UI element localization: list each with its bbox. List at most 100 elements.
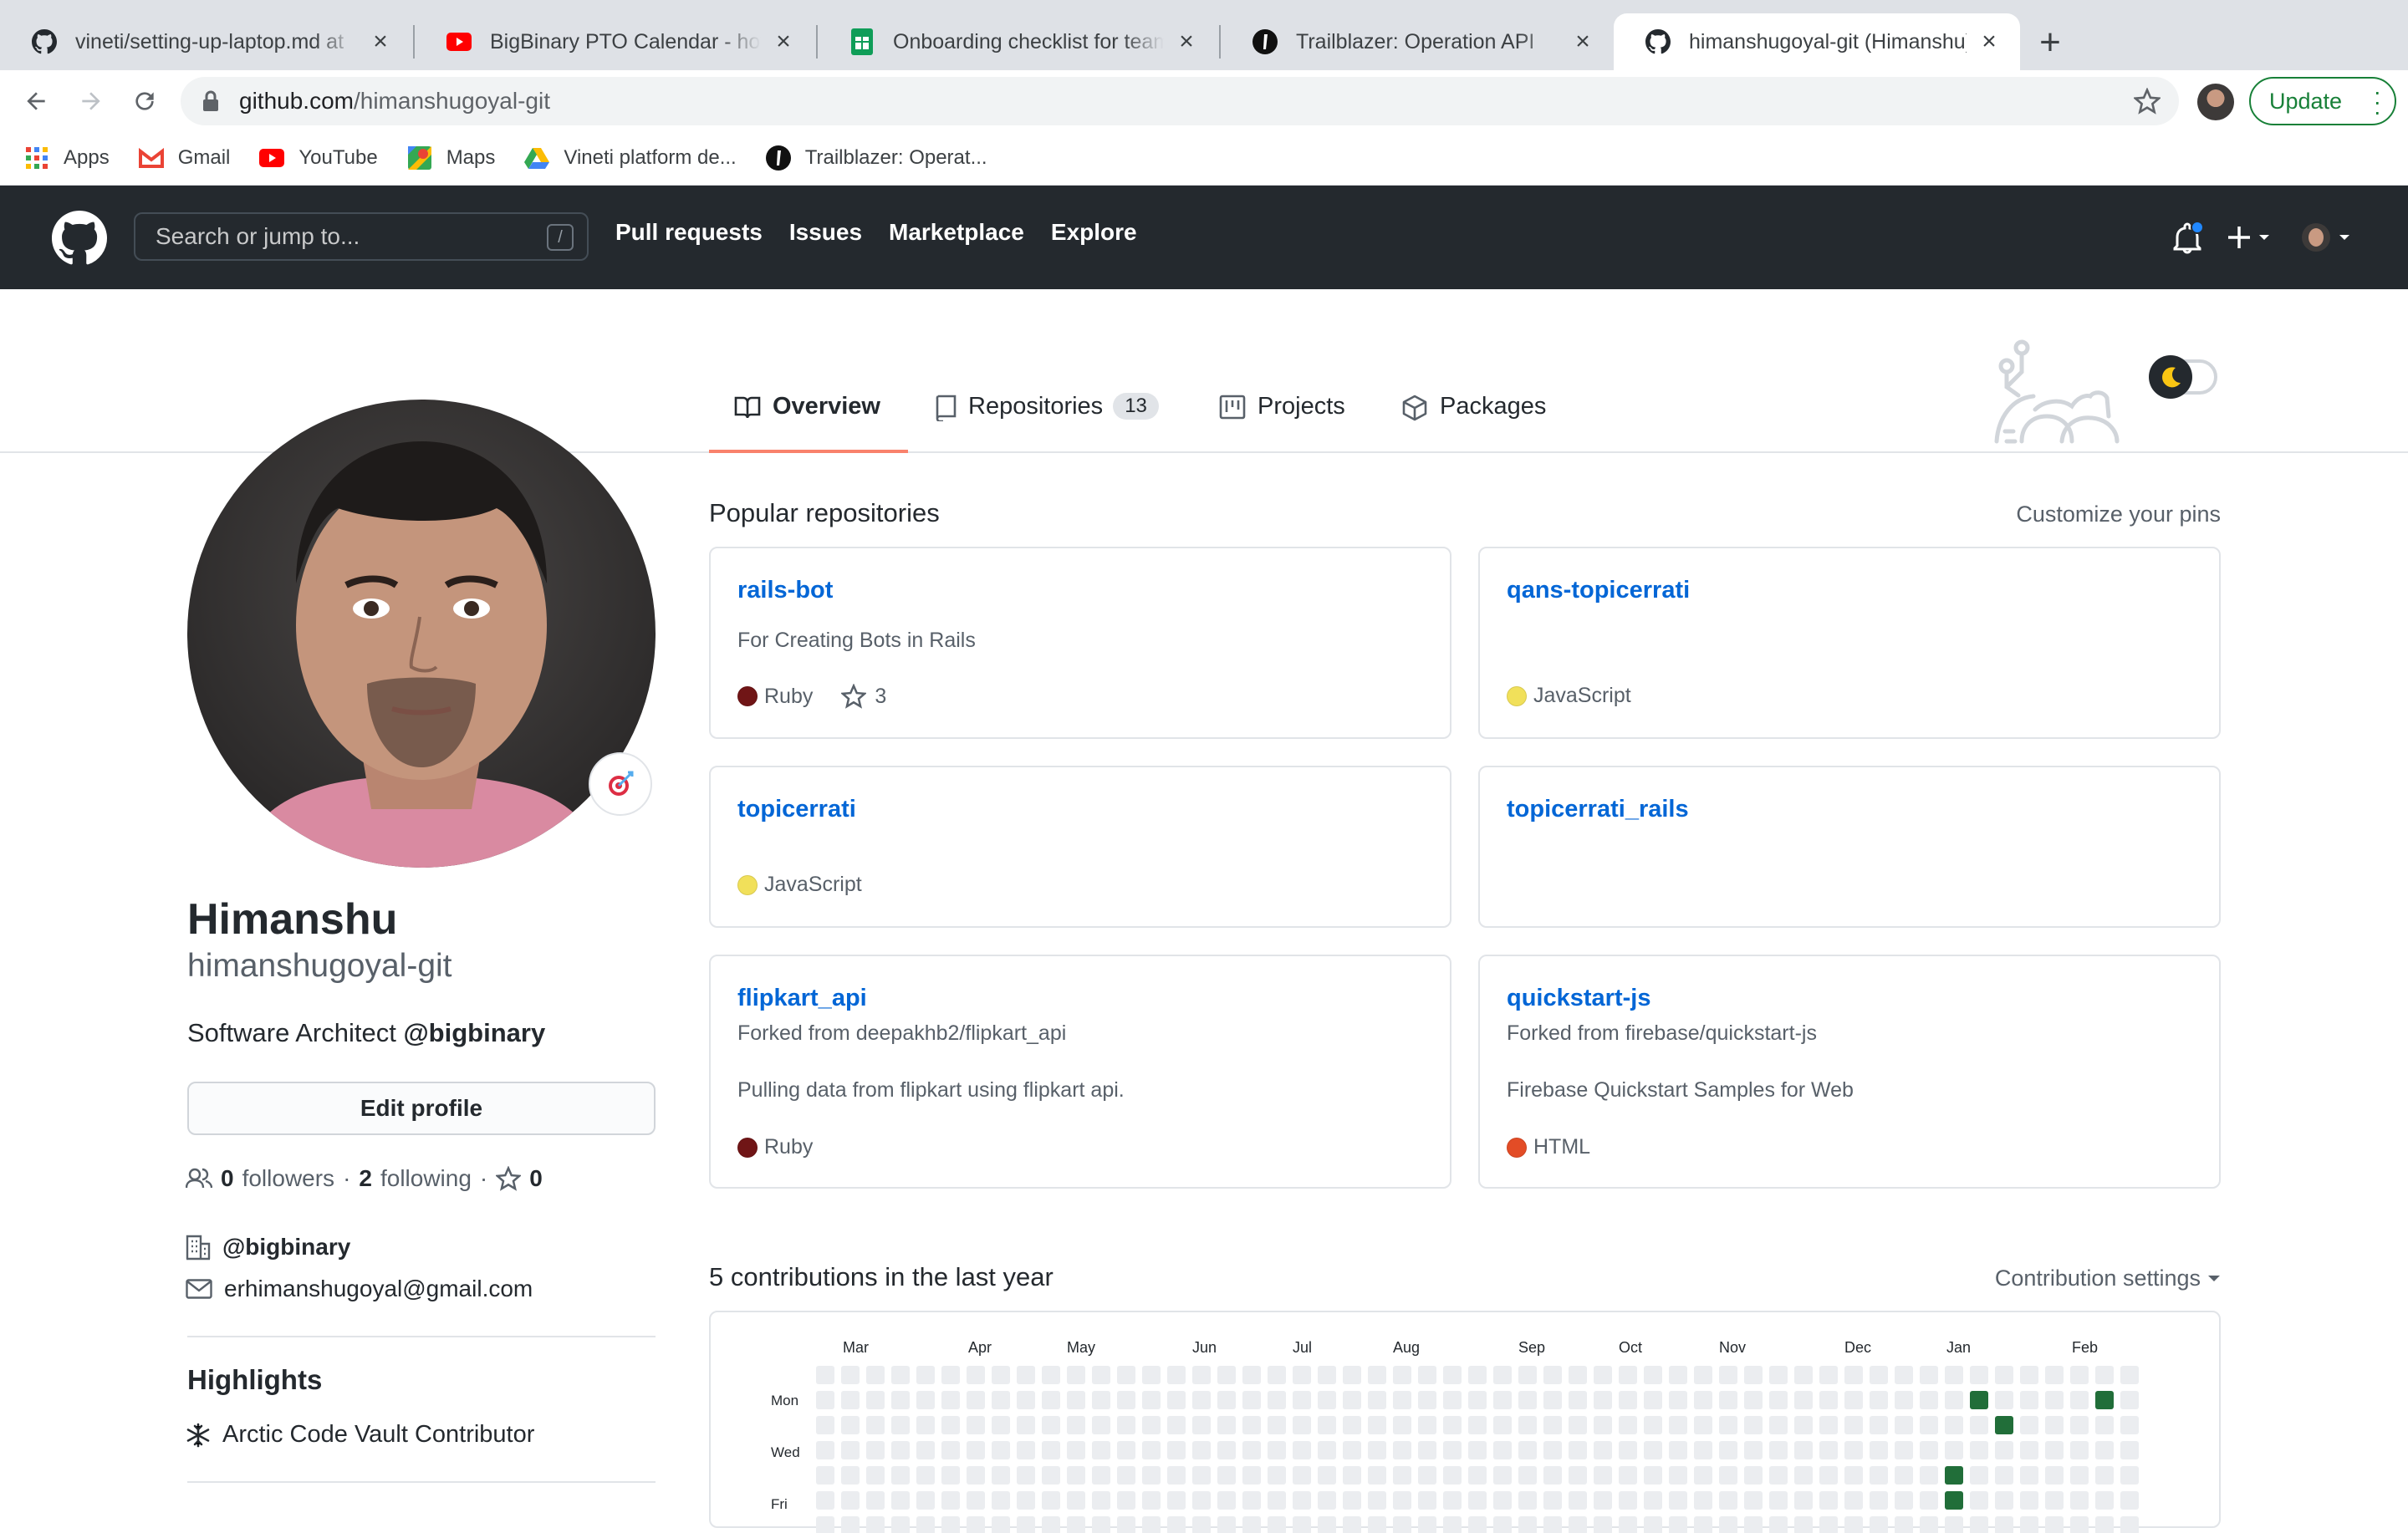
contribution-day[interactable] <box>816 1391 834 1409</box>
contribution-day[interactable] <box>1468 1416 1487 1434</box>
contribution-day[interactable] <box>1142 1441 1161 1459</box>
contribution-day[interactable] <box>1719 1441 1737 1459</box>
contribution-day[interactable] <box>891 1466 910 1485</box>
contribution-day[interactable] <box>2020 1366 2038 1384</box>
contribution-day-active[interactable] <box>1945 1491 1963 1510</box>
contribution-day[interactable] <box>1092 1491 1110 1510</box>
contribution-day[interactable] <box>1694 1516 1712 1533</box>
contribution-day[interactable] <box>1844 1391 1863 1409</box>
contribution-day[interactable] <box>1343 1466 1361 1485</box>
contribution-day[interactable] <box>1268 1441 1286 1459</box>
contribution-day[interactable] <box>1268 1416 1286 1434</box>
contribution-day[interactable] <box>866 1491 885 1510</box>
contribution-day[interactable] <box>1819 1416 1838 1434</box>
contribution-day[interactable] <box>1017 1416 1035 1434</box>
contribution-day[interactable] <box>1393 1466 1411 1485</box>
contribution-day[interactable] <box>891 1391 910 1409</box>
contribution-day[interactable] <box>2070 1416 2089 1434</box>
contribution-day[interactable] <box>1518 1466 1537 1485</box>
contribution-day[interactable] <box>2020 1416 2038 1434</box>
contribution-day[interactable] <box>2070 1366 2089 1384</box>
contribution-day[interactable] <box>1092 1416 1110 1434</box>
contribution-day[interactable] <box>1017 1491 1035 1510</box>
contribution-day[interactable] <box>1694 1466 1712 1485</box>
contribution-day[interactable] <box>2045 1491 2064 1510</box>
contribution-day[interactable] <box>816 1491 834 1510</box>
bookmark-apps[interactable]: Apps <box>23 145 110 171</box>
contribution-day[interactable] <box>2020 1516 2038 1533</box>
contribution-day[interactable] <box>1393 1366 1411 1384</box>
contribution-day[interactable] <box>1694 1491 1712 1510</box>
contribution-day[interactable] <box>2120 1466 2139 1485</box>
contribution-day[interactable] <box>2095 1416 2114 1434</box>
contribution-day[interactable] <box>1368 1466 1386 1485</box>
repo-name-link[interactable]: topicerrati_rails <box>1507 796 1689 823</box>
reload-icon[interactable] <box>125 82 164 120</box>
contribution-day[interactable] <box>1418 1491 1436 1510</box>
contribution-day[interactable] <box>1493 1466 1512 1485</box>
contribution-day[interactable] <box>1217 1416 1236 1434</box>
contribution-day[interactable] <box>1418 1391 1436 1409</box>
repo-name-link[interactable]: topicerrati <box>737 796 856 823</box>
contribution-day[interactable] <box>1594 1441 1612 1459</box>
contribution-day[interactable] <box>1242 1441 1261 1459</box>
contribution-day[interactable] <box>866 1416 885 1434</box>
contribution-day[interactable] <box>1167 1366 1186 1384</box>
contribution-day[interactable] <box>1594 1366 1612 1384</box>
contribution-day[interactable] <box>891 1416 910 1434</box>
contribution-day[interactable] <box>1067 1466 1085 1485</box>
contribution-day[interactable] <box>1142 1366 1161 1384</box>
contribution-day[interactable] <box>1669 1366 1687 1384</box>
contribution-day[interactable] <box>941 1441 960 1459</box>
close-tab-icon[interactable]: × <box>368 28 393 55</box>
contribution-settings-dropdown[interactable]: Contribution settings <box>1995 1266 2221 1291</box>
contribution-day[interactable] <box>1017 1391 1035 1409</box>
contribution-day[interactable] <box>992 1391 1010 1409</box>
contribution-day[interactable] <box>1092 1516 1110 1533</box>
contribution-day[interactable] <box>2045 1416 2064 1434</box>
contribution-day[interactable] <box>2095 1441 2114 1459</box>
contribution-day[interactable] <box>866 1441 885 1459</box>
close-tab-icon[interactable]: × <box>771 28 796 55</box>
contribution-day[interactable] <box>841 1416 860 1434</box>
browser-tab-active[interactable]: himanshugoyal-git (Himanshu) × <box>1614 13 2020 70</box>
contribution-day[interactable] <box>1569 1491 1587 1510</box>
contribution-day[interactable] <box>1418 1441 1436 1459</box>
contribution-day[interactable] <box>1468 1441 1487 1459</box>
contribution-day[interactable] <box>1543 1366 1562 1384</box>
contribution-day[interactable] <box>1192 1516 1211 1533</box>
browser-tab[interactable]: BigBinary PTO Calendar - how × <box>415 13 814 70</box>
contribution-day[interactable] <box>941 1366 960 1384</box>
contribution-day[interactable] <box>2070 1516 2089 1533</box>
contribution-day[interactable] <box>1067 1491 1085 1510</box>
contribution-day[interactable] <box>992 1491 1010 1510</box>
contribution-day[interactable] <box>1543 1466 1562 1485</box>
contribution-day[interactable] <box>1844 1416 1863 1434</box>
contribution-day[interactable] <box>2120 1416 2139 1434</box>
contribution-day[interactable] <box>1318 1516 1336 1533</box>
contribution-day[interactable] <box>1794 1516 1813 1533</box>
contribution-day[interactable] <box>1794 1491 1813 1510</box>
contribution-day[interactable] <box>1895 1416 1913 1434</box>
contribution-day-active[interactable] <box>1945 1466 1963 1485</box>
contribution-day[interactable] <box>1192 1416 1211 1434</box>
contribution-day[interactable] <box>841 1516 860 1533</box>
contribution-day[interactable] <box>1167 1441 1186 1459</box>
close-tab-icon[interactable]: × <box>1174 28 1199 55</box>
repo-stars-link[interactable]: 3 <box>841 684 886 709</box>
contribution-day[interactable] <box>1217 1491 1236 1510</box>
nav-issues[interactable]: Issues <box>789 219 862 246</box>
contribution-day-active[interactable] <box>2095 1391 2114 1409</box>
contribution-day[interactable] <box>1644 1366 1662 1384</box>
contribution-day[interactable] <box>1092 1366 1110 1384</box>
contribution-day[interactable] <box>992 1366 1010 1384</box>
back-arrow-icon[interactable] <box>17 82 55 120</box>
contribution-day[interactable] <box>967 1391 985 1409</box>
contribution-day[interactable] <box>1619 1366 1637 1384</box>
contribution-day[interactable] <box>2095 1516 2114 1533</box>
contribution-day[interactable] <box>1343 1366 1361 1384</box>
contribution-day[interactable] <box>1042 1491 1060 1510</box>
contribution-day[interactable] <box>1694 1441 1712 1459</box>
contribution-day[interactable] <box>1769 1516 1788 1533</box>
github-search-input[interactable]: Search or jump to... / <box>134 212 589 261</box>
